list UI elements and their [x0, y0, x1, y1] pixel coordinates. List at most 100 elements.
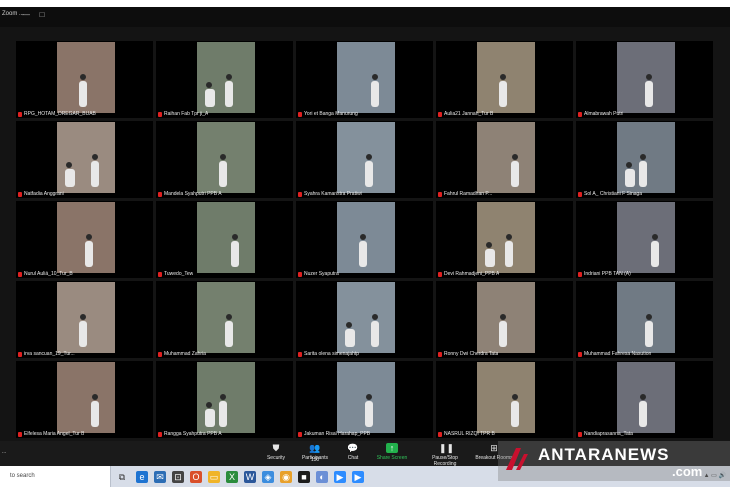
photos-icon[interactable]: ◈ — [262, 471, 274, 483]
office-icon[interactable]: O — [190, 471, 202, 483]
participant-name: Raihan Fab Tpr ji_A — [158, 111, 208, 117]
participant-name-text: Almabrawah Putri — [584, 111, 624, 117]
participant-tile[interactable]: Sarita olena simenajahtp — [296, 281, 433, 358]
participant-figure — [85, 234, 93, 267]
participant-figure — [225, 74, 233, 107]
participant-video — [197, 202, 255, 273]
toolbar-left-label: ... — [2, 449, 7, 455]
participant-video — [197, 282, 255, 353]
participant-figure — [79, 314, 87, 347]
explorer-icon[interactable]: ▭ — [208, 471, 220, 483]
participant-figure — [79, 74, 87, 107]
muted-mic-icon — [578, 111, 582, 117]
participant-tile[interactable]: RPG_HOTAM_DREGAR_BUAB — [16, 41, 153, 118]
zoom-app-icon-2[interactable]: ▶ — [352, 471, 364, 483]
excel-icon[interactable]: X — [226, 471, 238, 483]
edge-icon[interactable]: e — [136, 471, 148, 483]
participant-name-text: Raihan Fab Tpr ji_A — [164, 111, 209, 117]
participant-name: Mandela Syahputri PPB A — [158, 191, 222, 197]
chat-button[interactable]: 💬 Chat — [333, 443, 373, 461]
muted-mic-icon — [298, 351, 302, 357]
participant-name-text: Yori et Banga Manurung — [304, 111, 358, 117]
participant-tile[interactable]: Muhammad Zahria — [156, 281, 293, 358]
participant-name-text: Sarita olena simenajahtp — [304, 351, 360, 357]
participant-name-text: Fahrul Ramadhan P... — [444, 191, 493, 197]
participant-tile[interactable]: Elfelesa Maria Angel_Tur B — [16, 361, 153, 438]
participant-video — [57, 362, 115, 433]
muted-mic-icon — [298, 191, 302, 197]
app-icon-2[interactable]: ■ — [298, 471, 310, 483]
app-icon-3[interactable]: ◐ — [316, 471, 328, 483]
participant-tile[interactable]: Ronny Dwi Cherdra Tata — [436, 281, 573, 358]
participant-figure — [639, 154, 647, 187]
participant-figure — [485, 242, 495, 267]
participant-tile[interactable]: Rangga Syahputra PPB A — [156, 361, 293, 438]
window-title: Zoom ... — [2, 11, 25, 17]
zoom-app-icon[interactable]: ▶ — [334, 471, 346, 483]
participant-video — [197, 122, 255, 193]
participant-video — [477, 122, 535, 193]
participant-figure — [499, 314, 507, 347]
participant-tile[interactable]: Syahra Kamaristra Pratiwi — [296, 121, 433, 198]
participant-tile[interactable]: Yori et Banga Manurung — [296, 41, 433, 118]
participant-tile[interactable]: Almabrawah Putri — [576, 41, 713, 118]
share-screen-button[interactable]: ↑ Share Screen — [372, 443, 412, 461]
record-icon: ❚❚ — [439, 443, 455, 453]
participants-icon: 👥150 — [309, 443, 321, 463]
participant-tile[interactable]: Nandiaprasanna_Tata — [576, 361, 713, 438]
participant-figure — [499, 74, 507, 107]
participant-name: Muhammad Fahresa Nasution — [578, 351, 651, 357]
participant-tile[interactable]: Aulia21 Jannah_Tur B — [436, 41, 573, 118]
share-screen-icon: ↑ — [386, 443, 398, 453]
participant-figure — [225, 314, 233, 347]
taskbar-search-placeholder: to search — [10, 473, 35, 479]
participant-figure — [365, 154, 373, 187]
participant-tile[interactable]: Devi Rahmadjeni_PPB A — [436, 201, 573, 278]
participant-tile[interactable]: Jakuman Risal Harahap_PPB — [296, 361, 433, 438]
security-label: Security — [266, 455, 286, 461]
participant-tile[interactable]: Tuwedo_Tew — [156, 201, 293, 278]
participant-tile[interactable]: Nurul Auliá_10_Tur_B — [16, 201, 153, 278]
word-icon[interactable]: W — [244, 471, 256, 483]
participant-tile[interactable]: Muhammad Fahresa Nasution — [576, 281, 713, 358]
participant-name: NASRUL RIZQI TPR B — [438, 431, 495, 437]
participant-video — [57, 42, 115, 113]
participant-tile[interactable]: Nuzer Syaputra — [296, 201, 433, 278]
participant-name-text: NASRUL RIZQI TPR B — [444, 431, 495, 437]
minimize-icon[interactable]: — — [22, 11, 30, 19]
participant-tile[interactable]: Fahrul Ramadhan P... — [436, 121, 573, 198]
participant-figure — [205, 402, 215, 427]
participant-figure — [645, 74, 653, 107]
participant-tile[interactable]: irva sancuan_19_Tur... — [16, 281, 153, 358]
participant-video — [197, 362, 255, 433]
chat-icon: 💬 — [347, 443, 359, 453]
participant-tile[interactable]: Indriani PPB TAN (A) — [576, 201, 713, 278]
app-icon[interactable]: ◉ — [280, 471, 292, 483]
store-icon[interactable]: ⊡ — [172, 471, 184, 483]
participant-tile[interactable]: Mandela Syahputri PPB A — [156, 121, 293, 198]
participant-tile[interactable]: Sol A_ Christiani F Sinaga — [576, 121, 713, 198]
participant-name: Nuzer Syaputra — [298, 271, 339, 277]
participant-name-text: Syahra Kamaristra Pratiwi — [304, 191, 362, 197]
mail-icon[interactable]: ✉ — [154, 471, 166, 483]
participants-button[interactable]: 👥150 Participants — [295, 443, 335, 463]
participant-name-text: Muhammad Fahresa Nasution — [584, 351, 652, 357]
video-grid: RPG_HOTAM_DREGAR_BUAB Raihan Fab Tpr ji_A… — [16, 41, 720, 443]
antaranews-watermark: ANTARANEWS .com — [498, 441, 730, 481]
participant-name: Tuwedo_Tew — [158, 271, 193, 277]
participant-tile[interactable]: Natfadia Anggrani — [16, 121, 153, 198]
pause-stop-recording-button[interactable]: ❚❚ Pause/Stop Recording — [420, 443, 470, 467]
maximize-icon[interactable]: □ — [38, 11, 46, 19]
participant-name-text: Nandiaprasanna_Tata — [584, 431, 633, 437]
muted-mic-icon — [578, 431, 582, 437]
participant-name: Natfadia Anggrani — [18, 191, 64, 197]
participant-tile[interactable]: NASRUL RIZQI TPR B — [436, 361, 573, 438]
security-button[interactable]: ⛊ Security — [256, 443, 296, 461]
participant-tile[interactable]: Raihan Fab Tpr ji_A — [156, 41, 293, 118]
taskbar-search[interactable]: to search — [0, 466, 111, 487]
participant-name: Muhammad Zahria — [158, 351, 206, 357]
participant-figure — [91, 154, 99, 187]
task-view-icon[interactable]: ⧉ — [116, 471, 128, 483]
participant-video — [337, 42, 395, 113]
muted-mic-icon — [18, 111, 22, 117]
